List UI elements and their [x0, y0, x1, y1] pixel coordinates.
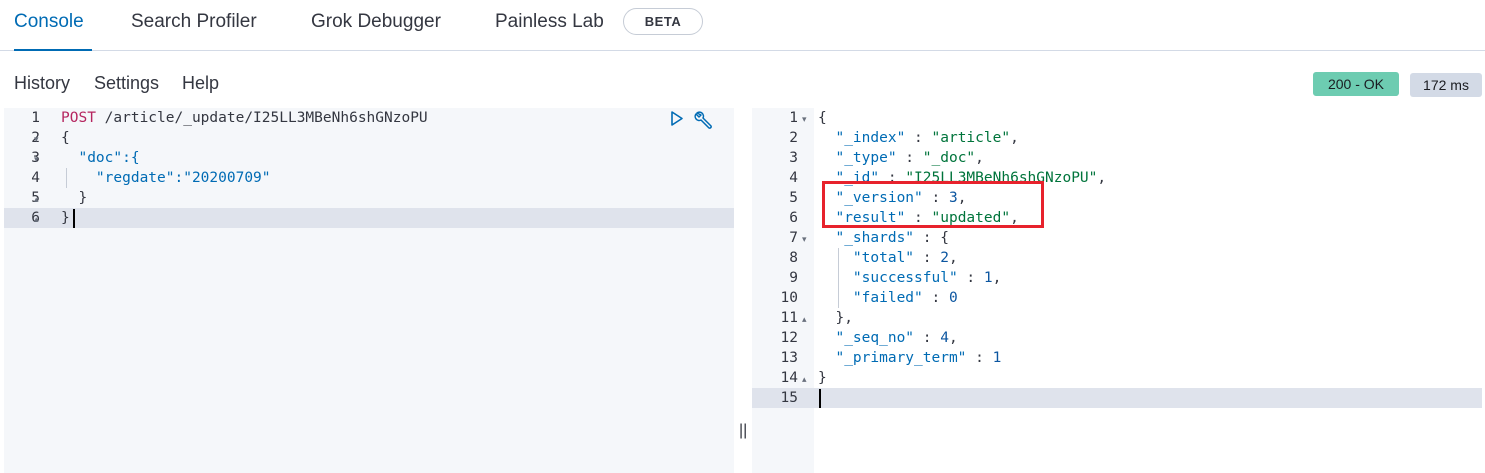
line-number: 1	[789, 110, 798, 126]
line-number: 15	[780, 390, 798, 406]
line-number: 11	[780, 310, 798, 326]
response-time-badge: 172 ms	[1410, 73, 1482, 97]
request-editor[interactable]: 123456 ▾ ▾ ▴ ▴ POST /article/_update/I25…	[4, 108, 734, 473]
highlight-annotation-box	[822, 181, 1044, 228]
response-line: "successful" : 1,	[852, 270, 1002, 286]
line-number: 6	[789, 210, 798, 226]
editor-divider[interactable]	[734, 108, 752, 473]
line-number: 4	[789, 170, 798, 186]
line-number: 5	[789, 190, 798, 206]
line-number: 1	[31, 110, 40, 126]
tab-painless-lab[interactable]: Painless Lab	[495, 0, 604, 50]
play-icon[interactable]	[669, 110, 685, 132]
request-line-6: }	[61, 210, 70, 226]
line-number: 4	[31, 170, 40, 186]
help-button[interactable]: Help	[182, 73, 219, 94]
line-number: 14	[780, 370, 798, 386]
request-line-1: POST /article/_update/I25LL3MBeNh6shGNzo…	[61, 110, 428, 126]
fold-icon[interactable]: ▾	[802, 114, 807, 125]
tab-grok-debugger[interactable]: Grok Debugger	[311, 0, 441, 50]
unfold-icon[interactable]: ▴	[802, 314, 807, 325]
fold-icon[interactable]: ▾	[34, 154, 39, 165]
text-cursor	[73, 209, 75, 228]
fold-icon[interactable]: ▾	[802, 234, 807, 245]
response-editor: 1 2 3 4 5 6 7 8 9 10 11 12 13 14 15 ▾ ▾ ▴ ▴ { "_index"…	[752, 108, 1485, 473]
line-number: 3	[789, 150, 798, 166]
status-badge: 200 - OK	[1313, 72, 1399, 96]
line-number: 9	[789, 270, 798, 286]
settings-button[interactable]: Settings	[94, 73, 159, 94]
response-line: "_primary_term" : 1	[835, 350, 1002, 366]
response-line: "_type" : "_doc",	[835, 150, 984, 166]
fold-icon[interactable]: ▾	[34, 134, 39, 145]
line-number: 8	[789, 250, 798, 266]
line-number: 10	[780, 290, 798, 306]
response-line: "_seq_no" : 4,	[835, 330, 958, 346]
line-number: 7	[789, 230, 798, 246]
request-line-4: "regdate":"20200709"	[61, 170, 271, 186]
response-line: }	[818, 370, 827, 386]
response-line: {	[818, 110, 827, 126]
resize-handle-icon[interactable]: ||	[739, 422, 747, 440]
unfold-icon[interactable]: ▴	[802, 374, 807, 385]
response-line: "failed" : 0	[852, 290, 958, 306]
unfold-icon[interactable]: ▴	[34, 194, 39, 205]
history-button[interactable]: History	[14, 73, 70, 94]
tab-console[interactable]: Console	[14, 0, 92, 51]
response-line: "_index" : "article",	[835, 130, 1019, 146]
unfold-icon[interactable]: ▴	[34, 214, 39, 225]
request-line-3: "doc":{	[61, 150, 140, 166]
line-number: 13	[780, 350, 798, 366]
beta-badge: BETA	[623, 8, 703, 35]
tab-search-profiler[interactable]: Search Profiler	[131, 0, 257, 50]
top-tabs: Console Search Profiler Grok Debugger Pa…	[0, 0, 1485, 51]
wrench-icon[interactable]	[693, 110, 715, 135]
response-line: "_shards" : {	[835, 230, 949, 246]
console-toolbar: History Settings Help	[0, 51, 1485, 107]
line-number: 2	[789, 130, 798, 146]
response-line: },	[818, 310, 853, 326]
response-line: "total" : 2,	[852, 250, 958, 266]
text-cursor	[819, 389, 821, 408]
line-number: 12	[780, 330, 798, 346]
request-line-5: }	[61, 190, 88, 206]
request-line-2: {	[61, 130, 70, 146]
